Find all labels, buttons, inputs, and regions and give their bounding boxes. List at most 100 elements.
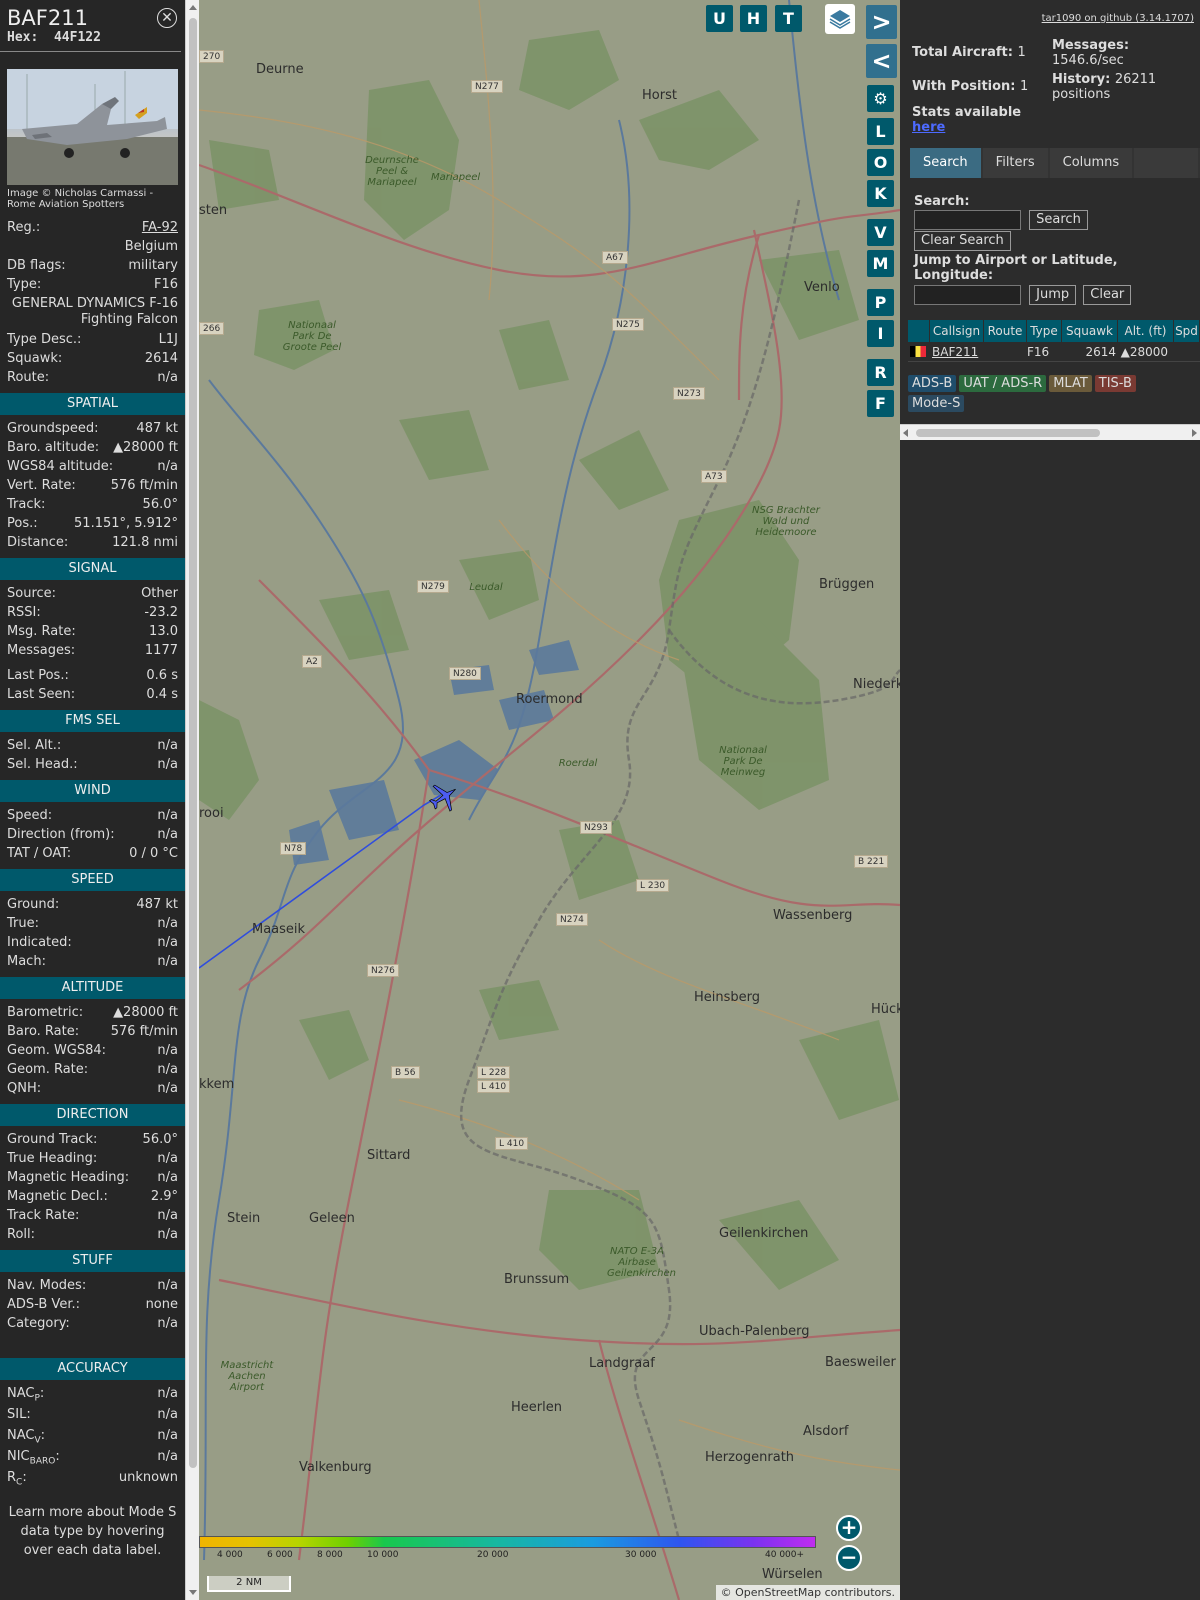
col-callsign[interactable]: Callsign (930, 320, 984, 342)
info-row-label[interactable]: Distance: (7, 533, 68, 552)
layers-button[interactable] (825, 4, 855, 34)
col-altitude[interactable]: Alt. (ft) (1118, 320, 1174, 342)
clear-jump-button[interactable]: Clear (1083, 285, 1132, 305)
info-row-label[interactable]: Magnetic Decl.: (7, 1187, 108, 1206)
reg-link[interactable]: FA-92 (142, 218, 178, 237)
zoom-in-button[interactable]: + (836, 1515, 862, 1541)
info-row-label[interactable]: True Heading: (7, 1149, 97, 1168)
col-type[interactable]: Type (1027, 320, 1062, 342)
info-row-label[interactable]: Baro. altitude: (7, 438, 99, 457)
hex-value: 44F122 (53, 30, 101, 45)
toggle-p-button[interactable]: P (867, 289, 894, 316)
toggle-r-button[interactable]: R (867, 359, 894, 386)
info-row-label[interactable]: True: (7, 914, 39, 933)
toggle-k-button[interactable]: K (867, 180, 894, 207)
accuracy-label[interactable]: SIL: (7, 1405, 31, 1426)
info-row-label[interactable]: Source: (7, 584, 56, 603)
info-row-label[interactable]: Baro. Rate: (7, 1022, 79, 1041)
scroll-up-icon[interactable] (189, 5, 197, 10)
scroll-thumb[interactable] (189, 18, 197, 1468)
table-hscrollbar[interactable] (900, 424, 1200, 440)
info-row-label[interactable]: Track Rate: (7, 1206, 79, 1225)
info-row: Barometric: ▲28000 ft (0, 1003, 185, 1022)
info-row-label[interactable]: Direction (from): (7, 825, 115, 844)
table-row[interactable]: BAF211 F16 2614 ▲28000 (908, 342, 1200, 362)
info-row-label[interactable]: Groundspeed: (7, 419, 98, 438)
settings-gear-icon[interactable]: ⚙ (867, 85, 894, 112)
info-row-label[interactable]: Ground Track: (7, 1130, 97, 1149)
info-row-label[interactable]: Sel. Alt.: (7, 736, 61, 755)
github-link[interactable]: tar1090 on github (3.14.1707) (1042, 13, 1194, 24)
chevron-left-icon[interactable]: < (866, 44, 897, 78)
accuracy-label[interactable]: NACV: (7, 1426, 45, 1447)
road-shield: L 230 (636, 879, 670, 892)
tab-columns[interactable]: Columns (1049, 148, 1133, 178)
info-row-label[interactable]: Messages: (7, 641, 75, 660)
toggle-u-button[interactable]: U (706, 5, 733, 32)
info-row-label[interactable]: WGS84 altitude: (7, 457, 113, 476)
info-row-label[interactable]: Pos.: (7, 514, 38, 533)
toggle-l-button[interactable]: L (867, 118, 894, 145)
hscroll-thumb[interactable] (916, 429, 1100, 437)
info-row-label[interactable]: Msg. Rate: (7, 622, 76, 641)
info-row-label[interactable]: Last Pos.: (7, 666, 69, 685)
info-row-label[interactable]: RSSI: (7, 603, 41, 622)
info-row-label[interactable]: Barometric: (7, 1003, 83, 1022)
stats-here-link[interactable]: here (912, 120, 945, 135)
search-button[interactable]: Search (1029, 210, 1088, 230)
clear-search-button[interactable]: Clear Search (914, 231, 1011, 251)
map-place-label: Alsdorf (803, 1424, 849, 1439)
tab-filters[interactable]: Filters (982, 148, 1048, 178)
accuracy-label[interactable]: RC: (7, 1468, 27, 1489)
col-speed[interactable]: Spd (1174, 320, 1200, 342)
scroll-down-icon[interactable] (189, 1590, 197, 1595)
col-squawk[interactable]: Squawk (1062, 320, 1118, 342)
toggle-h-button[interactable]: H (740, 5, 767, 32)
accuracy-label[interactable]: NACP: (7, 1384, 44, 1405)
row-callsign[interactable]: BAF211 (930, 342, 984, 361)
info-row-label[interactable]: Geom. Rate: (7, 1060, 88, 1079)
toggle-o-button[interactable]: O (867, 149, 894, 176)
info-row-label[interactable]: Roll: (7, 1225, 35, 1244)
info-row-label[interactable]: Last Seen: (7, 685, 75, 704)
info-row-label[interactable]: Speed: (7, 806, 52, 825)
info-row-label[interactable]: Geom. WGS84: (7, 1041, 106, 1060)
map-place-label: Sittard (367, 1148, 411, 1163)
info-row-label[interactable]: QNH: (7, 1079, 41, 1098)
aircraft-photo[interactable] (7, 69, 178, 185)
info-row-label[interactable]: Magnetic Heading: (7, 1168, 129, 1187)
col-route[interactable]: Route (984, 320, 1027, 342)
info-row-value: 51.151°, 5.912° (74, 516, 178, 531)
close-icon[interactable]: ✕ (157, 8, 177, 28)
info-row-label[interactable]: Track: (7, 495, 45, 514)
info-row-label[interactable]: Category: (7, 1314, 70, 1333)
chevron-right-icon[interactable]: > (866, 5, 897, 39)
info-row-label[interactable]: Ground: (7, 895, 59, 914)
search-input[interactable] (914, 210, 1021, 230)
info-row-label[interactable]: Nav. Modes: (7, 1276, 86, 1295)
accuracy-label[interactable]: NICBARO: (7, 1447, 60, 1468)
toggle-f-button[interactable]: F (867, 390, 894, 417)
scroll-right-icon[interactable] (1192, 429, 1197, 437)
info-row-label[interactable]: Indicated: (7, 933, 72, 952)
info-row-label[interactable]: Mach: (7, 952, 46, 971)
osm-link[interactable]: OpenStreetMap (735, 1586, 821, 1599)
info-scrollbar[interactable] (185, 0, 199, 1600)
jump-input[interactable] (914, 285, 1021, 305)
info-row-label[interactable]: ADS-B Ver.: (7, 1295, 80, 1314)
jump-button[interactable]: Jump (1029, 285, 1077, 305)
info-row: Baro. Rate: 576 ft/min (0, 1022, 185, 1041)
map[interactable]: Deurne Horst Venlo Roermond Brüggen Niederkr W… (199, 0, 900, 1600)
toggle-i-button[interactable]: I (867, 320, 894, 347)
aircraft-icon[interactable] (427, 782, 461, 812)
col-flag[interactable] (908, 320, 930, 342)
tab-search[interactable]: Search (910, 148, 981, 178)
toggle-v-button[interactable]: V (867, 219, 894, 246)
info-row-label[interactable]: Vert. Rate: (7, 476, 76, 495)
toggle-t-button[interactable]: T (775, 5, 802, 32)
scroll-left-icon[interactable] (903, 429, 908, 437)
zoom-out-button[interactable]: − (836, 1545, 862, 1571)
toggle-m-button[interactable]: M (867, 250, 894, 277)
info-row-label[interactable]: TAT / OAT: (7, 844, 71, 863)
info-row-label[interactable]: Sel. Head.: (7, 755, 78, 774)
